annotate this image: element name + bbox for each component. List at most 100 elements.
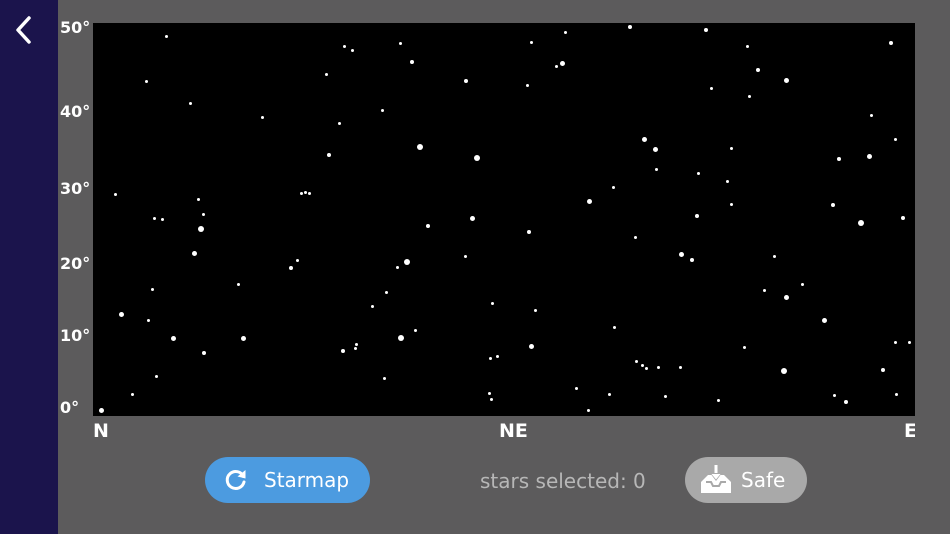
star[interactable] (756, 68, 760, 72)
star[interactable] (652, 146, 658, 152)
star[interactable] (489, 397, 493, 401)
star[interactable] (725, 179, 729, 183)
star[interactable] (663, 394, 667, 398)
star[interactable] (395, 265, 399, 269)
star[interactable] (490, 301, 494, 305)
star[interactable] (907, 340, 911, 344)
star[interactable] (690, 258, 694, 262)
star[interactable] (783, 294, 789, 300)
star[interactable] (113, 192, 117, 196)
star[interactable] (586, 198, 592, 204)
star[interactable] (380, 108, 384, 112)
star[interactable] (413, 328, 417, 332)
star[interactable] (350, 48, 354, 52)
star[interactable] (201, 212, 205, 216)
star[interactable] (417, 144, 423, 150)
star[interactable] (611, 185, 615, 189)
star[interactable] (695, 214, 699, 218)
star[interactable] (832, 393, 836, 397)
star[interactable] (426, 224, 430, 228)
star[interactable] (152, 216, 156, 220)
star[interactable] (236, 282, 240, 286)
star[interactable] (772, 254, 776, 258)
star[interactable] (821, 317, 827, 323)
star[interactable] (633, 235, 637, 239)
star[interactable] (191, 250, 197, 256)
star[interactable] (341, 349, 345, 353)
star[interactable] (469, 215, 475, 221)
star[interactable] (353, 346, 357, 350)
star[interactable] (612, 325, 616, 329)
star[interactable] (586, 408, 590, 412)
star[interactable] (299, 191, 303, 195)
star[interactable] (634, 359, 638, 363)
star[interactable] (742, 345, 746, 349)
star[interactable] (704, 28, 708, 32)
star[interactable] (709, 86, 713, 90)
star[interactable] (337, 121, 341, 125)
star[interactable] (198, 226, 204, 232)
star[interactable] (800, 282, 804, 286)
star[interactable] (370, 304, 374, 308)
star[interactable] (559, 60, 565, 66)
star[interactable] (464, 79, 468, 83)
star[interactable] (640, 363, 644, 367)
star[interactable] (893, 137, 897, 141)
starmap-button[interactable]: Starmap (205, 457, 370, 503)
star[interactable] (529, 40, 533, 44)
star[interactable] (196, 197, 200, 201)
star[interactable] (554, 64, 558, 68)
star[interactable] (893, 340, 897, 344)
safe-button[interactable]: Safe (685, 457, 807, 503)
star[interactable] (858, 220, 864, 226)
star[interactable] (295, 258, 299, 262)
star[interactable] (716, 398, 720, 402)
star[interactable] (303, 190, 307, 194)
star[interactable] (894, 392, 898, 396)
star[interactable] (729, 202, 733, 206)
star[interactable] (354, 342, 358, 346)
star[interactable] (118, 311, 124, 317)
star[interactable] (641, 136, 647, 142)
star[interactable] (574, 386, 578, 390)
star[interactable] (628, 25, 632, 29)
star[interactable] (474, 155, 480, 161)
star[interactable] (144, 79, 148, 83)
star[interactable] (398, 335, 404, 341)
star[interactable] (164, 34, 168, 38)
star[interactable] (260, 115, 264, 119)
star[interactable] (837, 157, 841, 161)
star[interactable] (398, 41, 402, 45)
star[interactable] (382, 376, 386, 380)
star[interactable] (342, 44, 346, 48)
star[interactable] (783, 77, 789, 83)
star[interactable] (327, 153, 331, 157)
star[interactable] (745, 44, 749, 48)
star[interactable] (487, 391, 491, 395)
star[interactable] (202, 351, 206, 355)
star[interactable] (528, 343, 534, 349)
star[interactable] (150, 287, 154, 291)
star[interactable] (307, 191, 311, 195)
star[interactable] (869, 113, 873, 117)
star[interactable] (384, 290, 388, 294)
star[interactable] (729, 146, 733, 150)
star[interactable] (188, 101, 192, 105)
starmap-sky[interactable] (93, 23, 915, 416)
star[interactable] (98, 407, 104, 413)
star[interactable] (781, 368, 787, 374)
star[interactable] (170, 335, 176, 341)
star[interactable] (160, 217, 164, 221)
star[interactable] (410, 60, 414, 64)
star[interactable] (146, 318, 150, 322)
star[interactable] (563, 30, 567, 34)
star[interactable] (762, 288, 766, 292)
star[interactable] (240, 335, 246, 341)
star[interactable] (607, 392, 611, 396)
star[interactable] (644, 366, 648, 370)
star[interactable] (866, 153, 872, 159)
star[interactable] (525, 83, 529, 87)
star[interactable] (527, 230, 531, 234)
star[interactable] (130, 392, 134, 396)
star[interactable] (889, 41, 893, 45)
